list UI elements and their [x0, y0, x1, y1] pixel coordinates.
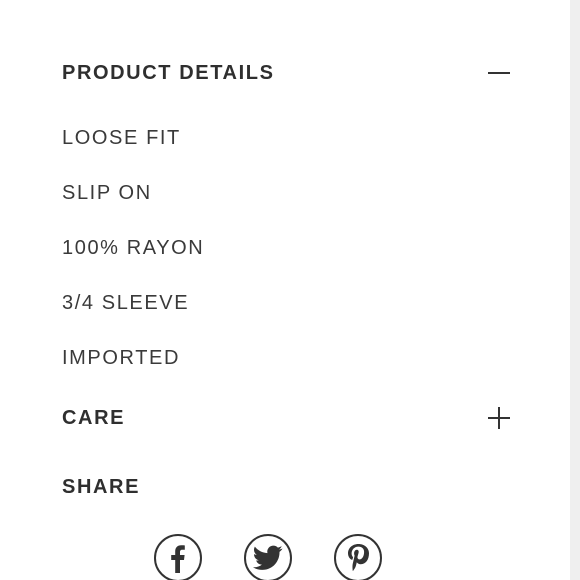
twitter-icon — [253, 545, 283, 570]
detail-item: IMPORTED — [62, 347, 180, 369]
care-title: CARE — [62, 407, 126, 429]
product-details-title: PRODUCT DETAILS — [62, 62, 275, 84]
detail-item: 100% RAYON — [62, 237, 205, 259]
care-header[interactable]: CARE — [62, 403, 512, 433]
share-title: SHARE — [62, 476, 141, 498]
detail-item: 3/4 SLEEVE — [62, 292, 190, 314]
page-edge — [570, 0, 580, 580]
twitter-share-button[interactable] — [244, 534, 292, 580]
pinterest-share-button[interactable] — [334, 534, 382, 580]
product-details-header[interactable]: PRODUCT DETAILS — [62, 58, 512, 88]
pinterest-icon — [348, 544, 369, 571]
facebook-share-button[interactable] — [154, 534, 202, 580]
detail-item: LOOSE FIT — [62, 127, 181, 149]
detail-item: SLIP ON — [62, 182, 152, 204]
plus-icon[interactable] — [486, 405, 512, 431]
product-details-list: LOOSE FIT SLIP ON 100% RAYON 3/4 SLEEVE … — [62, 122, 462, 397]
minus-icon[interactable] — [486, 60, 512, 86]
facebook-icon — [171, 545, 185, 573]
